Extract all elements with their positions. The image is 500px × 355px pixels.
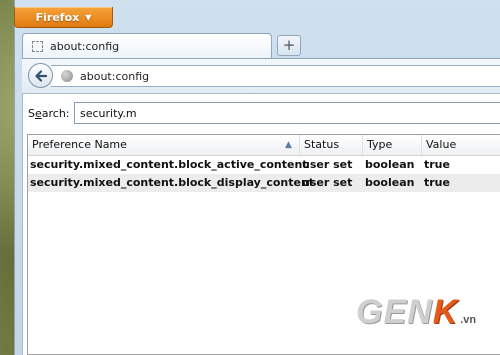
back-button[interactable] bbox=[28, 63, 53, 88]
preference-name-cell: security.mixed_content.block_active_cont… bbox=[30, 158, 308, 171]
firefox-menu-button[interactable]: Firefox ▼ bbox=[14, 7, 113, 28]
column-header-value[interactable]: Value bbox=[422, 135, 500, 155]
value-cell: true bbox=[424, 176, 450, 189]
chevron-down-icon: ▼ bbox=[85, 12, 92, 22]
status-cell: user set bbox=[302, 176, 353, 189]
column-header-preference-name[interactable]: Preference Name bbox=[28, 135, 300, 155]
table-row[interactable]: security.mixed_content.block_active_cont… bbox=[28, 156, 500, 174]
plus-icon: + bbox=[282, 36, 296, 54]
firefox-menu-label: Firefox bbox=[35, 10, 80, 24]
url-bar[interactable]: about:config bbox=[51, 65, 500, 87]
type-cell: boolean bbox=[365, 176, 415, 189]
search-input[interactable] bbox=[74, 102, 500, 124]
type-cell: boolean bbox=[365, 158, 415, 171]
column-header-status[interactable]: Status bbox=[300, 135, 363, 155]
table-header: Preference Name ▲ Status Type Value bbox=[28, 135, 500, 156]
value-cell: true bbox=[424, 158, 450, 171]
sort-ascending-icon: ▲ bbox=[285, 140, 292, 150]
genk-watermark-logo: GENK .vn bbox=[356, 293, 477, 331]
status-cell: user set bbox=[302, 158, 353, 171]
column-header-type[interactable]: Type bbox=[363, 135, 422, 155]
tab-title: about:config bbox=[50, 39, 120, 53]
globe-icon bbox=[61, 70, 73, 82]
blank-page-icon bbox=[32, 40, 43, 52]
tab-about-config[interactable]: about:config bbox=[22, 33, 272, 58]
url-text: about:config bbox=[80, 69, 150, 83]
back-arrow-icon bbox=[34, 69, 47, 82]
search-label: Search: bbox=[28, 107, 70, 120]
preference-name-cell: security.mixed_content.block_display_con… bbox=[30, 176, 315, 189]
table-row[interactable]: security.mixed_content.block_display_con… bbox=[28, 174, 500, 192]
navigation-toolbar: about:config bbox=[22, 58, 500, 94]
new-tab-button[interactable]: + bbox=[277, 35, 301, 56]
search-accesskey: e bbox=[34, 107, 42, 120]
